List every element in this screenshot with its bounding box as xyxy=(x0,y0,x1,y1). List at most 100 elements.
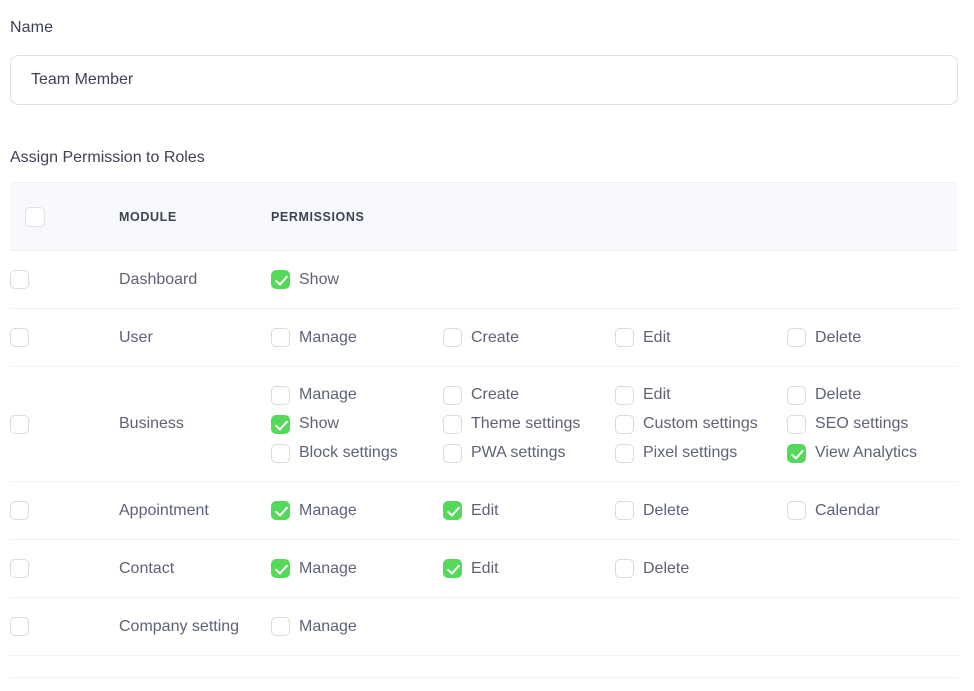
permission-label: Calendar xyxy=(815,501,880,519)
name-field-label: Name xyxy=(10,19,54,36)
permissions-cell xyxy=(271,655,958,678)
row-select-checkbox[interactable] xyxy=(10,328,29,347)
permission-option[interactable]: Manage xyxy=(271,495,443,527)
permission-label: Block settings xyxy=(299,444,398,461)
permission-checkbox[interactable] xyxy=(443,328,462,347)
permission-label: Manage xyxy=(299,617,357,635)
name-input[interactable] xyxy=(10,55,958,105)
table-row: Dashboard Show xyxy=(10,250,958,309)
permission-label: Manage xyxy=(299,559,357,577)
permission-checkbox[interactable] xyxy=(615,385,634,405)
permissions-table-body: Dashboard Show User Manage Create Edit Delete B… xyxy=(10,250,959,678)
table-row: User Manage Create Edit Delete xyxy=(10,308,959,367)
permission-label: SEO settings xyxy=(815,415,909,432)
module-name-cell: Business xyxy=(119,366,271,482)
permission-option[interactable]: Show xyxy=(271,410,443,439)
table-header-row: MODULE PERMISSIONS xyxy=(10,182,958,251)
module-name-cell: Dashboard xyxy=(119,250,271,309)
permission-checkbox[interactable] xyxy=(615,443,634,463)
permission-checkbox[interactable] xyxy=(443,501,462,520)
permission-checkbox[interactable] xyxy=(443,443,462,463)
permission-label: Show xyxy=(299,415,340,432)
row-select-cell xyxy=(10,655,119,678)
row-select-cell xyxy=(10,481,119,540)
permission-label: Delete xyxy=(643,559,690,577)
permission-option[interactable]: Custom settings xyxy=(615,410,787,439)
permissions-header-label: PERMISSIONS xyxy=(271,209,365,224)
permission-option[interactable]: View Analytics xyxy=(787,439,959,468)
row-select-checkbox[interactable] xyxy=(10,270,29,289)
row-select-checkbox[interactable] xyxy=(10,414,29,434)
module-name-cell: Appointment xyxy=(119,481,271,540)
table-row: Business Manage Create Edit Delete Show Theme … xyxy=(10,366,959,482)
permission-option[interactable]: Manage xyxy=(271,322,443,354)
permission-checkbox[interactable] xyxy=(443,559,462,578)
permission-option[interactable]: PWA settings xyxy=(443,439,615,468)
row-select-checkbox[interactable] xyxy=(10,559,29,578)
permission-checkbox[interactable] xyxy=(271,443,290,463)
permissions-table: MODULE PERMISSIONS Dashboard Show User Mana… xyxy=(10,182,958,678)
permissions-cell: Manage Edit Delete xyxy=(271,539,958,598)
permission-label: PWA settings xyxy=(471,444,566,461)
module-name-cell xyxy=(119,655,271,678)
permission-checkbox[interactable] xyxy=(271,328,290,347)
permission-checkbox[interactable] xyxy=(271,270,290,289)
permission-option[interactable]: Block settings xyxy=(271,439,443,468)
permission-checkbox[interactable] xyxy=(787,414,806,434)
permission-option[interactable]: Delete xyxy=(787,322,959,354)
permission-label: Manage xyxy=(299,501,357,519)
permission-checkbox[interactable] xyxy=(615,328,634,347)
select-all-header xyxy=(10,182,119,251)
permission-option[interactable]: Create xyxy=(443,322,615,354)
table-row: Company setting Manage xyxy=(10,597,958,656)
permission-label: Create xyxy=(471,328,520,346)
permission-checkbox[interactable] xyxy=(787,328,806,347)
permission-checkbox[interactable] xyxy=(271,414,290,434)
permission-option[interactable]: Edit xyxy=(615,381,787,410)
permission-option[interactable]: Edit xyxy=(615,322,787,354)
permission-option[interactable]: SEO settings xyxy=(787,410,959,439)
permission-checkbox[interactable] xyxy=(443,385,462,405)
permission-option[interactable]: Edit xyxy=(443,553,615,585)
permissions-table-head: MODULE PERMISSIONS xyxy=(10,182,958,251)
row-select-checkbox[interactable] xyxy=(10,617,29,636)
row-select-cell xyxy=(10,597,119,656)
permission-label: Edit xyxy=(471,501,499,519)
permission-checkbox[interactable] xyxy=(615,414,634,434)
row-select-cell xyxy=(10,366,119,482)
permission-option[interactable]: Manage xyxy=(271,381,443,410)
permission-option[interactable]: Manage xyxy=(271,611,443,643)
row-select-checkbox[interactable] xyxy=(10,501,29,520)
row-select-cell xyxy=(10,539,119,598)
table-row: Appointment Manage Edit Delete Calendar xyxy=(10,481,958,540)
permission-checkbox[interactable] xyxy=(615,501,634,520)
permission-option[interactable]: Edit xyxy=(443,495,615,527)
select-all-checkbox[interactable] xyxy=(25,206,45,227)
permission-label: View Analytics xyxy=(815,444,917,461)
permission-checkbox[interactable] xyxy=(271,501,290,520)
permission-label: Edit xyxy=(643,328,671,346)
permission-label: Theme settings xyxy=(471,415,581,432)
permission-option[interactable]: Show xyxy=(271,264,443,296)
permission-option[interactable]: Delete xyxy=(787,381,959,410)
permission-checkbox[interactable] xyxy=(443,414,462,434)
permission-form-page: Name Assign Permission to Roles MODULE P… xyxy=(0,0,974,691)
permission-option[interactable]: Delete xyxy=(615,553,787,585)
permission-option[interactable]: Manage xyxy=(271,553,443,585)
permission-checkbox[interactable] xyxy=(271,617,290,636)
permission-checkbox[interactable] xyxy=(787,501,806,520)
permission-checkbox[interactable] xyxy=(271,385,290,405)
permission-checkbox[interactable] xyxy=(787,443,806,463)
permission-checkbox[interactable] xyxy=(271,559,290,578)
module-header: MODULE xyxy=(119,182,271,251)
permission-option[interactable]: Pixel settings xyxy=(615,439,787,468)
permission-label: Pixel settings xyxy=(643,444,738,461)
permission-checkbox[interactable] xyxy=(615,559,634,578)
permission-label: Delete xyxy=(815,328,862,346)
permission-option[interactable]: Theme settings xyxy=(443,410,615,439)
permission-option[interactable]: Delete xyxy=(615,495,787,527)
permission-checkbox[interactable] xyxy=(787,385,806,405)
permission-option[interactable]: Create xyxy=(443,381,615,410)
permission-option[interactable]: Calendar xyxy=(787,495,959,527)
permission-grid: Manage Edit Delete Calendar xyxy=(271,495,958,527)
